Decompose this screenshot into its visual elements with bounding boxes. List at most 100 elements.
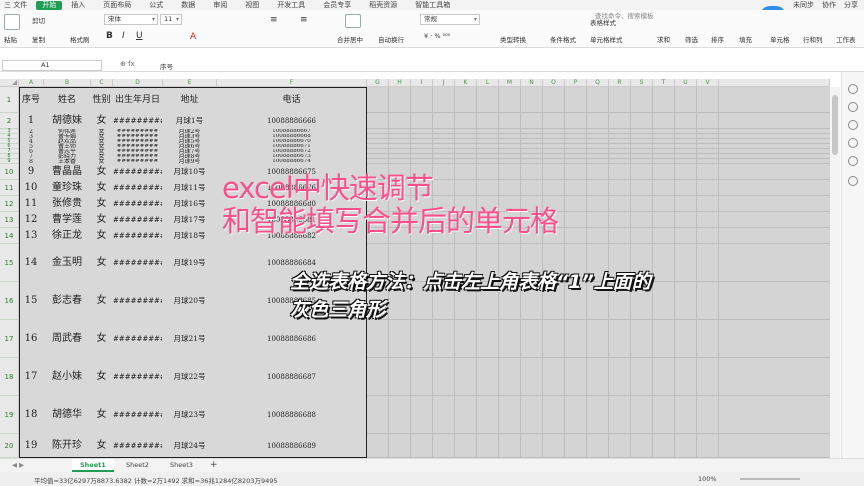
row-header-20[interactable]: 20 [0,434,19,458]
table-cell[interactable]: 月球21号 [163,320,216,358]
row-header-12[interactable]: 12 [0,196,19,212]
table-cell[interactable]: 月球20号 [163,282,216,320]
table-cell[interactable]: 女 [91,180,112,196]
menu-tab-review[interactable]: 审阅 [204,0,236,10]
table-cell[interactable]: 胡德华 [44,396,90,434]
table-cell[interactable]: 月球24号 [163,434,216,458]
table-cell[interactable]: ######### [113,358,162,396]
menu-tab-developer[interactable]: 开发工具 [268,0,314,10]
table-header-cell[interactable]: 性别 [91,87,112,113]
table-cell[interactable]: 10 [19,180,43,196]
table-cell[interactable]: 月球18号 [163,228,216,244]
table-cell[interactable]: ######### [113,244,162,282]
cut-button[interactable]: 剪切 [32,15,45,25]
select-all-corner[interactable] [0,79,19,87]
sidebar-location-icon[interactable] [848,176,858,186]
column-header-i[interactable]: I [411,79,433,87]
column-header-m[interactable]: M [499,79,521,87]
paste-icon[interactable] [4,14,20,30]
table-cell[interactable]: 徐正龙 [44,228,90,244]
table-cell[interactable]: 10088886687 [217,358,366,396]
select-all-triangle-icon[interactable] [12,80,17,85]
paste-label[interactable]: 粘贴 [4,34,17,44]
table-cell[interactable]: ######### [113,212,162,228]
font-color-icon[interactable]: A [190,32,196,42]
search-commands[interactable]: 查找命令、搜索模板 [595,10,654,20]
align-middle-icon[interactable]: ≡ [300,15,308,25]
table-cell[interactable]: 月球19号 [163,244,216,282]
table-cell[interactable]: 张修贵 [44,196,90,212]
sidebar-backup-icon[interactable] [848,156,858,166]
sort-button[interactable]: 排序 [711,34,724,44]
table-cell[interactable]: ######### [113,320,162,358]
menu-tab-formulas[interactable]: 公式 [140,0,172,10]
table-cell[interactable]: 女 [91,358,112,396]
worksheet-button[interactable]: 工作表 [836,34,856,44]
column-header-v[interactable]: V [697,79,719,87]
row-header-19[interactable]: 19 [0,396,19,434]
bold-button[interactable]: B [106,31,113,41]
scroll-thumb[interactable] [832,95,838,155]
table-cell[interactable]: 17 [19,358,43,396]
table-cell[interactable]: 女 [91,113,112,129]
sync-status[interactable]: 未同步 [793,0,814,10]
menu-tab-toolbox[interactable]: 智能工具箱 [406,0,459,10]
column-header-u[interactable]: U [675,79,697,87]
table-cell[interactable]: 18 [19,396,43,434]
table-cell[interactable]: ######### [113,164,162,180]
column-header-l[interactable]: L [477,79,499,87]
table-cell[interactable]: ######### [113,434,162,458]
column-header-d[interactable]: D [113,79,163,87]
fx-icon[interactable]: ⊕ fx [120,60,135,68]
format-painter-button[interactable]: 格式刷 [70,34,90,44]
menu-tab-data[interactable]: 数据 [172,0,204,10]
column-header-b[interactable]: B [44,79,91,87]
table-cell[interactable]: 12 [19,212,43,228]
menu-tab-view[interactable]: 视图 [236,0,268,10]
table-cell[interactable]: 曹学莲 [44,212,90,228]
number-format-select[interactable]: 常规 [420,14,480,25]
filter-button[interactable]: 筛选 [685,34,698,44]
table-cell[interactable]: 11 [19,196,43,212]
row-header-1[interactable]: 1 [0,87,19,113]
table-cell[interactable]: 月球17号 [163,212,216,228]
column-header-f[interactable]: F [217,79,367,87]
table-cell[interactable]: 彭志春 [44,282,90,320]
zoom-slider[interactable] [740,478,800,480]
column-header-s[interactable]: S [631,79,653,87]
table-cell[interactable]: 女 [91,320,112,358]
sheet-tab-2[interactable]: Sheet2 [118,459,157,472]
sidebar-property-icon[interactable] [848,102,858,112]
row-header-2[interactable]: 2 [0,113,19,129]
table-cell[interactable]: 曹晶晶 [44,164,90,180]
table-cell[interactable]: 9 [19,164,43,180]
column-header-j[interactable]: J [433,79,455,87]
table-cell[interactable]: 10088886686 [217,320,366,358]
table-header-cell[interactable]: 姓名 [44,87,90,113]
row-header-18[interactable]: 18 [0,358,19,396]
table-cell[interactable]: 月球22号 [163,358,216,396]
table-cell[interactable]: 周武春 [44,320,90,358]
fill-button[interactable]: 填充 [739,34,752,44]
menu-tab-resources[interactable]: 稻壳资源 [360,0,406,10]
menu-tab-home[interactable]: 开始 [36,0,63,10]
column-header-e[interactable]: E [163,79,217,87]
wrap-text-button[interactable]: 自动换行 [378,34,404,44]
sheet-nav-icon[interactable]: ◀ ▶ [4,459,32,472]
table-cell[interactable]: 10088886688 [217,396,366,434]
table-cell[interactable]: 女 [91,164,112,180]
column-header-h[interactable]: H [389,79,411,87]
column-header-o[interactable]: O [543,79,565,87]
font-select[interactable]: 宋体 [104,14,158,25]
share-button[interactable]: 分享 [844,0,858,10]
currency-icon[interactable]: ¥ · % ⁰⁰⁰ [424,32,450,40]
menu-tab-member[interactable]: 会员专享 [314,0,360,10]
table-cell[interactable]: ######### [113,180,162,196]
column-header-c[interactable]: C [91,79,113,87]
row-col-button[interactable]: 行和列 [803,34,823,44]
table-cell[interactable]: 赵小妹 [44,358,90,396]
table-cell[interactable]: 月球16号 [163,196,216,212]
table-cell[interactable]: 13 [19,228,43,244]
table-cell[interactable]: 月球10号 [163,164,216,180]
table-cell[interactable]: 10088886689 [217,434,366,458]
